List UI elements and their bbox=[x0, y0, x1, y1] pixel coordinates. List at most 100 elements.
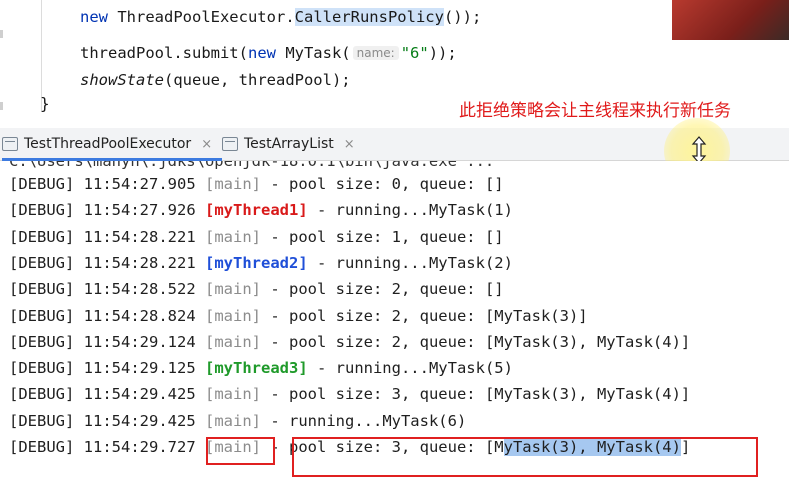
highlight-box-main bbox=[206, 437, 275, 465]
log-thread: [main] bbox=[205, 227, 261, 246]
log-time: 11:54:29.425 bbox=[83, 385, 196, 404]
closing-brace: } bbox=[40, 94, 50, 113]
dot: . bbox=[285, 8, 295, 26]
code-suffix: )); bbox=[428, 44, 457, 62]
log-level: [DEBUG] bbox=[9, 359, 75, 378]
resize-cursor-icon bbox=[691, 136, 707, 164]
run-console[interactable]: C:\Users\manyh\.jdks\openjdk-18.0.1\bin\… bbox=[0, 161, 789, 467]
log-thread: [main] bbox=[205, 385, 261, 404]
java-command-line: C:\Users\manyh\.jdks\openjdk-18.0.1\bin\… bbox=[9, 161, 495, 170]
gutter-marker bbox=[0, 102, 3, 110]
log-message: - pool size: 0, queue: [] bbox=[261, 175, 504, 193]
tab-test-array-list[interactable]: TestArrayList × bbox=[222, 128, 355, 160]
log-thread: [myThread3] bbox=[205, 359, 308, 378]
log-level: [DEBUG] bbox=[9, 253, 75, 272]
log-time: 11:54:28.522 bbox=[83, 280, 196, 299]
log-time: 11:54:29.124 bbox=[83, 332, 196, 351]
log-time: 11:54:27.926 bbox=[83, 201, 196, 220]
log-level: [DEBUG] bbox=[9, 411, 75, 430]
close-icon[interactable]: × bbox=[344, 137, 355, 152]
console-icon bbox=[222, 137, 238, 151]
log-thread: [main] bbox=[205, 280, 261, 299]
log-level: [DEBUG] bbox=[9, 438, 75, 456]
code-class: MyTask( bbox=[275, 44, 351, 62]
class-name: ThreadPoolExecutor bbox=[117, 8, 286, 26]
log-line: [DEBUG] 11:54:29.425 [main] - running...… bbox=[9, 412, 466, 430]
log-line: [DEBUG] 11:54:28.522 [main] - pool size:… bbox=[9, 280, 504, 298]
log-level: [DEBUG] bbox=[9, 332, 75, 351]
log-time: 11:54:29.425 bbox=[83, 411, 196, 430]
log-level: [DEBUG] bbox=[9, 201, 75, 220]
red-annotation: 此拒绝策略会让主线程来执行新任务 bbox=[459, 101, 731, 121]
code-line-1: new ThreadPoolExecutor.CallerRunsPolicy(… bbox=[80, 8, 481, 26]
code-line-2: threadPool.submit(new MyTask(name: "6")); bbox=[80, 44, 457, 62]
tab-label: TestThreadPoolExecutor bbox=[24, 136, 192, 152]
log-thread: [main] bbox=[205, 411, 261, 430]
code-editor[interactable]: new ThreadPoolExecutor.CallerRunsPolicy(… bbox=[0, 0, 789, 128]
log-line: [DEBUG] 11:54:29.124 [main] - pool size:… bbox=[9, 333, 690, 351]
log-thread: [myThread1] bbox=[205, 201, 308, 220]
log-level: [DEBUG] bbox=[9, 227, 75, 246]
log-message: - running...MyTask(2) bbox=[307, 253, 513, 272]
tab-test-thread-pool-executor[interactable]: TestThreadPoolExecutor × bbox=[2, 128, 223, 161]
log-message: - pool size: 2, queue: [] bbox=[261, 280, 504, 299]
log-time: 11:54:27.905 bbox=[83, 175, 196, 193]
log-thread: [main] bbox=[205, 175, 261, 193]
log-message: - pool size: 3, queue: [MyTask(3), MyTas… bbox=[261, 385, 691, 404]
log-thread: [main] bbox=[205, 332, 261, 351]
log-time: 11:54:29.727 bbox=[83, 438, 196, 456]
log-time: 11:54:29.125 bbox=[83, 359, 196, 378]
log-thread: [myThread2] bbox=[205, 253, 308, 272]
tab-label: TestArrayList bbox=[244, 136, 334, 152]
code-call: threadPool.submit( bbox=[80, 44, 248, 62]
log-line: [DEBUG] 11:54:29.125 [myThread3] - runni… bbox=[9, 359, 513, 377]
log-message: - pool size: 2, queue: [MyTask(3)] bbox=[261, 306, 588, 325]
log-level: [DEBUG] bbox=[9, 280, 75, 299]
log-time: 11:54:28.221 bbox=[83, 227, 196, 246]
log-level: [DEBUG] bbox=[9, 306, 75, 325]
method-args: (queue, threadPool); bbox=[164, 71, 351, 89]
log-level: [DEBUG] bbox=[9, 175, 75, 193]
log-line: [DEBUG] 11:54:29.425 [main] - pool size:… bbox=[9, 385, 690, 403]
keyword-new: new bbox=[80, 8, 118, 26]
log-message: - running...MyTask(1) bbox=[307, 201, 513, 220]
log-line: [DEBUG] 11:54:27.926 [myThread1] - runni… bbox=[9, 201, 513, 219]
highlight-box-pool bbox=[292, 437, 758, 477]
code-line-3: showState(queue, threadPool); bbox=[80, 71, 351, 89]
log-thread: [main] bbox=[205, 306, 261, 325]
log-line: [DEBUG] 11:54:28.221 [main] - pool size:… bbox=[9, 228, 504, 246]
close-icon[interactable]: × bbox=[201, 137, 212, 152]
parameter-hint: name: bbox=[352, 46, 399, 60]
method-name: showState bbox=[80, 71, 164, 89]
webcam-overlay bbox=[672, 0, 789, 40]
log-message: - pool size: 2, queue: [MyTask(3), MyTas… bbox=[261, 332, 691, 351]
keyword-new: new bbox=[247, 44, 276, 62]
log-time: 11:54:28.824 bbox=[83, 306, 196, 325]
log-line: [DEBUG] 11:54:28.221 [myThread2] - runni… bbox=[9, 254, 513, 272]
code-suffix: ()); bbox=[443, 8, 482, 26]
log-line: [DEBUG] 11:54:27.905 [main] - pool size:… bbox=[9, 175, 504, 193]
log-level: [DEBUG] bbox=[9, 385, 75, 404]
log-message: - running...MyTask(5) bbox=[307, 359, 513, 378]
gutter-marker bbox=[0, 30, 3, 38]
log-message: - pool size: 1, queue: [] bbox=[261, 227, 504, 246]
